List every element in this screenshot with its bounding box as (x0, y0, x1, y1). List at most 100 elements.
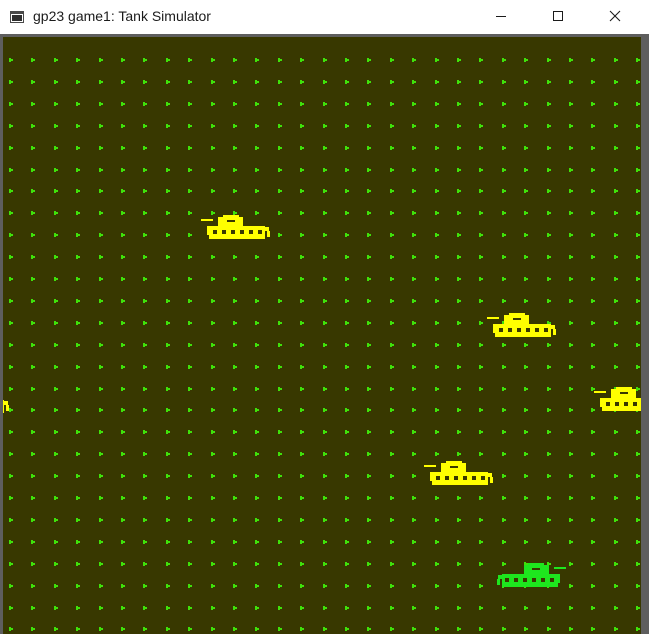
grass-tuft (321, 233, 327, 238)
grass-tuft (186, 321, 192, 326)
grass-tuft (141, 606, 147, 611)
grass-tuft (522, 124, 528, 129)
grass-tuft (7, 343, 13, 348)
grass-tuft (321, 299, 327, 304)
grass-tuft (74, 474, 80, 479)
grass-tuft (433, 365, 439, 370)
grass-tuft (343, 277, 349, 282)
grass-tuft (567, 496, 573, 501)
grass-tuft (298, 277, 304, 282)
grass-tuft (97, 474, 103, 479)
grass-tuft (321, 124, 327, 129)
grass-tuft (477, 299, 483, 304)
grass-tuft (321, 408, 327, 413)
grass-tuft (52, 255, 58, 260)
grass-tuft (29, 540, 35, 545)
grass-tuft (388, 562, 394, 567)
grass-tuft (164, 321, 170, 326)
grass-tuft (388, 387, 394, 392)
grass-tuft (119, 496, 125, 501)
grass-tuft (164, 408, 170, 413)
grass-tuft (186, 189, 192, 194)
grass-tuft (433, 299, 439, 304)
grass-tuft (119, 606, 125, 611)
grass-tuft (612, 211, 618, 216)
grass-tuft (634, 627, 640, 632)
grass-tuft (141, 255, 147, 260)
grass-tuft (209, 518, 215, 523)
grass-tuft (545, 343, 551, 348)
grass-tuft (186, 80, 192, 85)
grass-tuft (567, 233, 573, 238)
grass-tuft (365, 408, 371, 413)
grass-tuft (141, 562, 147, 567)
grass-tuft (231, 343, 237, 348)
grass-tuft (276, 387, 282, 392)
grass-tuft (634, 474, 640, 479)
grass-tuft (365, 146, 371, 151)
grass-tuft (634, 102, 640, 107)
grass-tuft (612, 430, 618, 435)
grass-tuft (477, 80, 483, 85)
grass-tuft (7, 365, 13, 370)
game-canvas[interactable] (3, 37, 641, 634)
grass-tuft (365, 343, 371, 348)
grass-tuft (455, 452, 461, 457)
grass-tuft (365, 211, 371, 216)
grass-tuft (7, 146, 13, 151)
grass-tuft (589, 233, 595, 238)
grass-tuft (74, 606, 80, 611)
grass-tuft (186, 124, 192, 129)
grass-tuft (186, 627, 192, 632)
maximize-button[interactable] (535, 0, 581, 32)
grass-tuft (186, 408, 192, 413)
grass-tuft (589, 168, 595, 173)
minimize-button[interactable] (478, 0, 524, 32)
grass-tuft (29, 627, 35, 632)
enemy-tank (3, 400, 9, 413)
grass-tuft (119, 211, 125, 216)
grass-tuft (119, 430, 125, 435)
grass-tuft (343, 58, 349, 63)
grass-tuft (97, 277, 103, 282)
grass-tuft (97, 430, 103, 435)
grass-tuft (410, 627, 416, 632)
grass-tuft (365, 496, 371, 501)
grass-tuft (209, 343, 215, 348)
grass-tuft (433, 584, 439, 589)
grass-tuft (343, 474, 349, 479)
grass-tuft (433, 124, 439, 129)
grass-tuft (253, 408, 259, 413)
grass-tuft (276, 80, 282, 85)
grass-tuft (253, 540, 259, 545)
enemy-tank (424, 461, 493, 485)
grass-tuft (567, 255, 573, 260)
grass-tuft (186, 584, 192, 589)
grass-tuft (522, 233, 528, 238)
grass-tuft (186, 518, 192, 523)
grass-tuft (500, 343, 506, 348)
grass-tuft (433, 277, 439, 282)
grass-tuft (29, 211, 35, 216)
grass-tuft (522, 168, 528, 173)
grass-tuft (253, 365, 259, 370)
grass-tuft (545, 58, 551, 63)
grass-tuft (119, 277, 125, 282)
grass-tuft (186, 146, 192, 151)
grass-tuft (477, 255, 483, 260)
grass-tuft (141, 58, 147, 63)
grass-tuft (74, 365, 80, 370)
grass-tuft (141, 452, 147, 457)
grass-tuft (74, 58, 80, 63)
grass-tuft (97, 124, 103, 129)
grass-tuft (343, 102, 349, 107)
grass-tuft (433, 606, 439, 611)
grass-tuft (388, 255, 394, 260)
grass-tuft (589, 627, 595, 632)
title-bar[interactable]: gp23 game1: Tank Simulator (0, 0, 649, 34)
grass-tuft (298, 518, 304, 523)
grass-tuft (231, 80, 237, 85)
grass-tuft (433, 102, 439, 107)
grass-tuft (321, 168, 327, 173)
close-button[interactable] (592, 0, 638, 32)
